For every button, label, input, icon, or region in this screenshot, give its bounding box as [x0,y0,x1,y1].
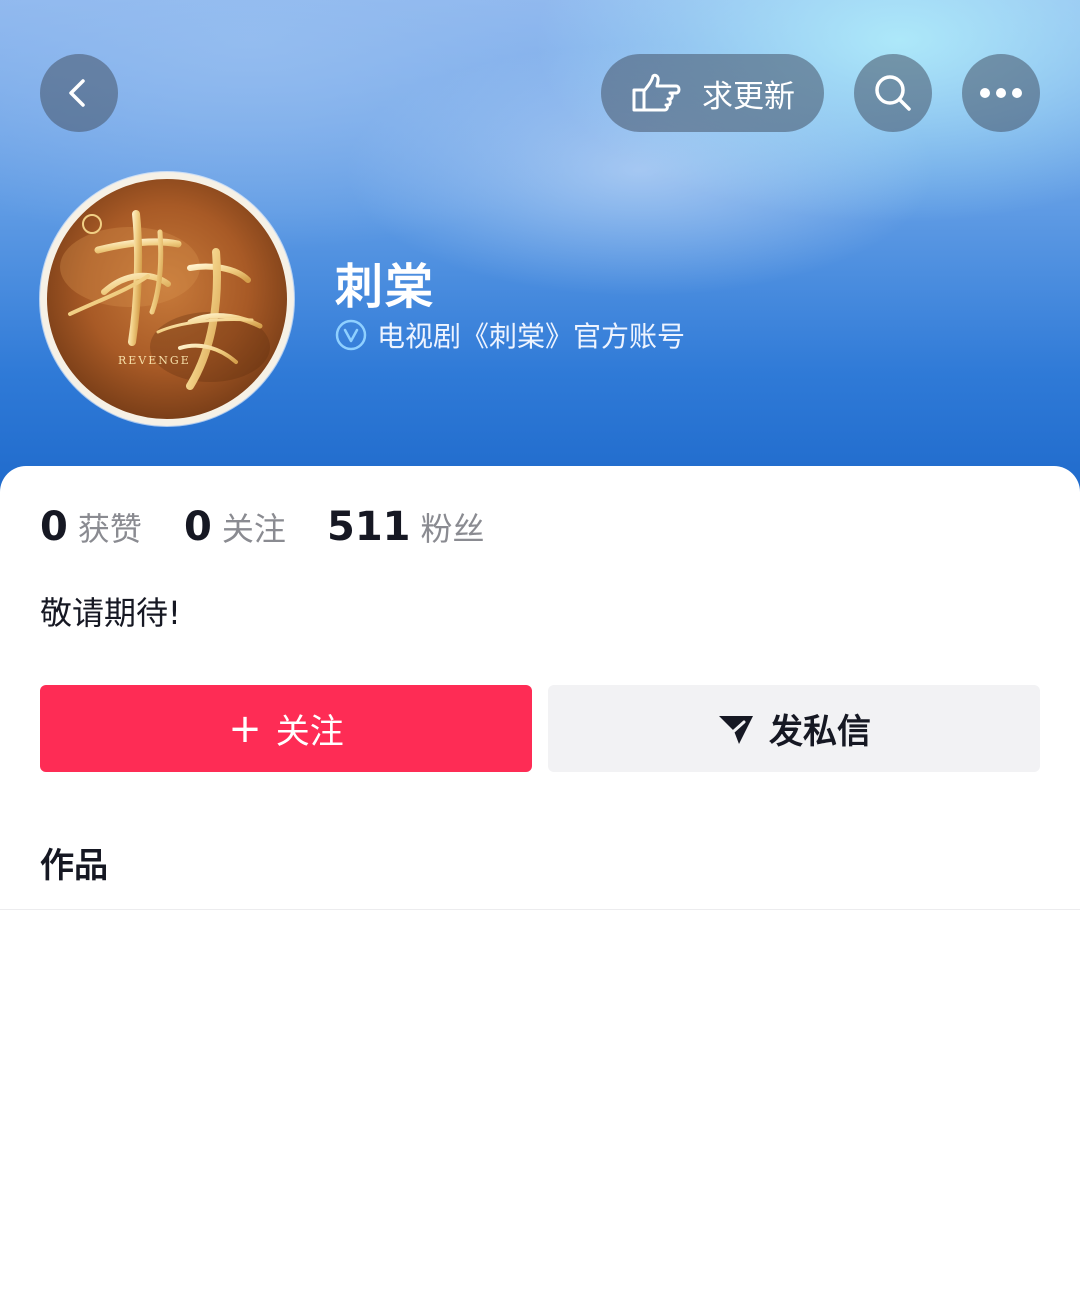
send-message-button[interactable]: 发私信 [548,685,1040,772]
follow-button[interactable]: + 关注 [40,685,532,772]
tab-divider [0,909,1080,910]
request-update-label: 求更新 [702,78,795,115]
follow-button-label: 关注 [275,712,344,752]
avatar-logo-image: REVENGE [41,173,293,425]
request-update-button[interactable]: 求更新 [601,54,824,132]
more-button[interactable] [962,54,1040,132]
profile-name: 刺棠 [335,259,436,315]
search-icon [875,75,911,111]
tab-works[interactable]: 作品 [40,838,108,887]
profile-bio: 敬请期待! [40,594,181,632]
verification-text: 电视剧《刺棠》官方账号 [377,320,686,353]
more-dots-icon [980,88,1022,98]
chevron-left-icon [69,79,85,107]
send-message-label: 发私信 [769,712,871,752]
avatar-logo-subtitle: REVENGE [118,354,191,367]
stat-following-label: 关注 [221,510,286,548]
stat-likes-value: 0 [40,504,68,550]
stat-likes-label: 获赞 [77,510,142,548]
stat-likes[interactable]: 0 获赞 [40,504,142,556]
plus-icon: + [228,705,262,752]
search-button[interactable] [854,54,932,132]
verification-row: 电视剧《刺棠》官方账号 [335,313,685,357]
verified-v-icon [335,319,367,351]
stat-following-value: 0 [184,504,212,550]
back-button[interactable] [40,54,118,132]
stat-following[interactable]: 0 关注 [184,504,286,556]
stat-followers[interactable]: 511 粉丝 [327,504,485,556]
stat-followers-value: 511 [327,504,411,550]
stat-followers-label: 粉丝 [420,510,485,548]
pointing-hand-icon [632,73,681,112]
paper-plane-icon [719,715,753,744]
avatar[interactable]: REVENGE [40,172,294,426]
